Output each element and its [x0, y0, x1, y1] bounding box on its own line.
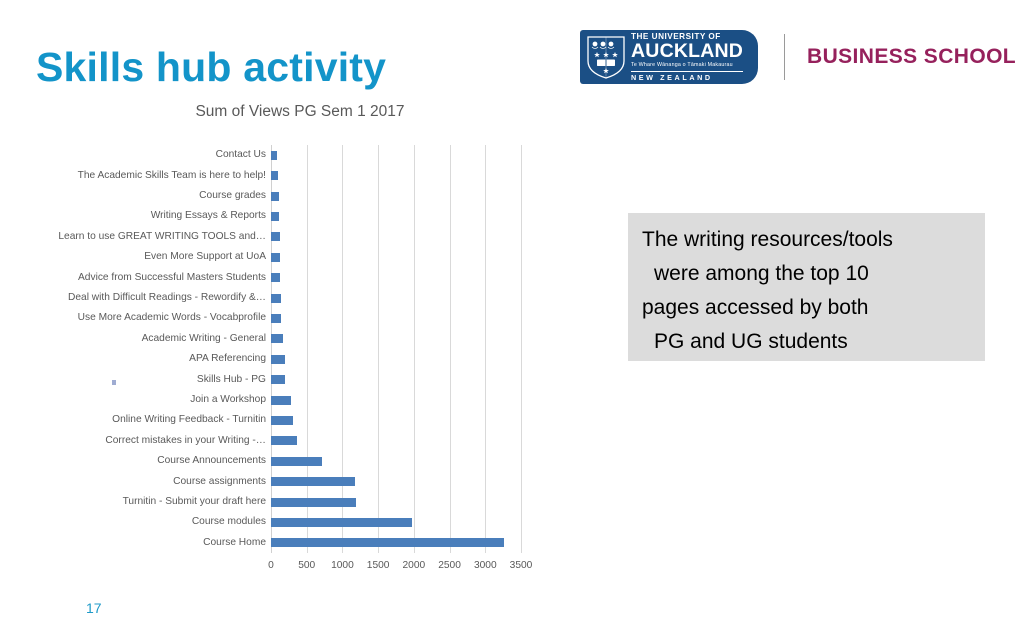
page-number: 17	[86, 600, 102, 616]
uoa-logo-plate: THE UNIVERSITY OF AUCKLAND Te Whare Wāna…	[580, 30, 758, 84]
bar	[271, 538, 504, 548]
callout-textbox: The writing resources/tools were among th…	[628, 213, 985, 361]
category-label: Contact Us	[215, 149, 266, 161]
gridline	[306, 145, 308, 553]
stray-marker-artifact	[112, 380, 116, 385]
uoa-line-4: NEW ZEALAND	[631, 71, 744, 81]
university-crest-icon	[587, 36, 625, 79]
callout-line: PG and UG students	[654, 330, 848, 353]
value-tick-label: 1500	[366, 560, 390, 571]
category-label: Skills Hub - PG	[196, 373, 266, 385]
category-label: The Academic Skills Team is here to help…	[77, 169, 266, 181]
value-tick-label: 2500	[438, 560, 461, 571]
category-label: Use More Academic Words - Vocabprofile	[77, 312, 266, 324]
value-tick-label: 500	[298, 560, 316, 571]
category-label: Course assignments	[173, 475, 266, 487]
bar	[271, 150, 277, 160]
bar	[271, 232, 280, 242]
chart-container: Sum of Views PG Sem 1 2017 Contact Us The…	[30, 100, 550, 590]
gridline	[485, 145, 487, 553]
bar	[271, 497, 356, 507]
callout-line: pages accessed by both	[642, 296, 869, 319]
category-label: Correct mistakes in your Writing -…	[105, 434, 266, 446]
value-tick-label: 2000	[402, 560, 426, 571]
value-tick-label: 0	[268, 560, 274, 571]
category-label: Online Writing Feedback - Turnitin	[112, 414, 266, 426]
gridline	[521, 145, 522, 553]
bar	[271, 517, 413, 527]
category-label: Join a Workshop	[190, 394, 266, 405]
bar	[271, 293, 282, 303]
chart-title: Sum of Views PG Sem 1 2017	[195, 103, 405, 120]
value-tick-label: 3000	[473, 560, 497, 571]
category-label: Learn to use GREAT WRITING TOOLS and…	[58, 230, 266, 242]
bar	[271, 171, 278, 181]
uoa-line-2: AUCKLAND	[631, 39, 744, 62]
category-label: Academic Writing - General	[141, 332, 266, 344]
uoa-wordmark: THE UNIVERSITY OF AUCKLAND Te Whare Wāna…	[631, 32, 744, 82]
bar	[271, 456, 323, 466]
plot-area	[271, 145, 522, 553]
category-axis-labels: Contact Us The Academic Skills Team is he…	[30, 145, 266, 553]
bar	[271, 313, 282, 323]
page-title: Skills hub activity	[36, 44, 387, 90]
category-label: APA Referencing	[189, 353, 266, 365]
gridline	[342, 145, 344, 553]
bar	[271, 436, 297, 446]
bar	[271, 375, 285, 385]
bar	[271, 191, 279, 201]
callout-line: The writing resources/tools	[642, 228, 893, 251]
value-tick-label: 1000	[331, 560, 354, 571]
chart-plot-wrapper: Contact Us The Academic Skills Team is he…	[30, 140, 550, 571]
gridline	[378, 145, 380, 553]
category-label: Turnitin - Submit your draft here	[122, 496, 266, 507]
bar	[271, 477, 356, 487]
gridline	[271, 145, 272, 553]
bar	[271, 273, 280, 283]
bar	[271, 395, 292, 405]
category-label: Writing Essays & Reports	[150, 210, 266, 222]
business-school-wordmark: BUSINESS SCHOOL	[807, 45, 1017, 68]
value-tick-label: 3500	[509, 560, 533, 571]
gridline	[449, 145, 451, 553]
university-logo: THE UNIVERSITY OF AUCKLAND Te Whare Wāna…	[580, 28, 1016, 86]
uoa-line-3: Te Whare Wānanga o Tāmaki Makaurau	[631, 62, 733, 69]
bar	[271, 334, 284, 344]
value-axis-labels: 0 500 1000 1500 2000 2500 3000 3500	[268, 560, 532, 578]
bar	[271, 211, 279, 221]
category-label: Course grades	[199, 190, 266, 201]
bar	[271, 252, 280, 262]
gridline	[413, 145, 415, 553]
category-label: Course modules	[191, 516, 266, 528]
category-label: Deal with Difficult Readings - Rewordify…	[68, 292, 266, 303]
category-label: Course Announcements	[157, 455, 266, 467]
category-label: Even More Support at UoA	[144, 251, 266, 263]
logo-divider	[784, 34, 785, 80]
category-label: Advice from Successful Masters Students	[78, 271, 266, 283]
bar	[271, 354, 285, 364]
callout-line: were among the top 10	[654, 262, 869, 285]
category-label: Course Home	[203, 536, 266, 548]
bar	[271, 415, 293, 425]
